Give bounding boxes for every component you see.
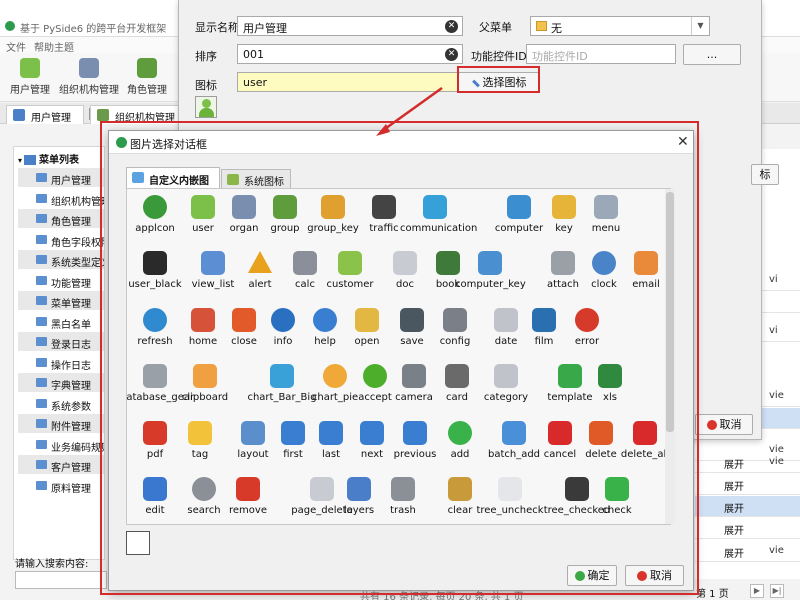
table-cell-view: vi	[769, 274, 778, 285]
toolbar-org-manage-button[interactable]: 组织机构管理	[58, 58, 120, 96]
table-cell-view: vie	[769, 456, 784, 467]
table-row[interactable]: 展开	[695, 496, 800, 517]
edit-cancel-button[interactable]: 取消	[695, 414, 753, 435]
menu-item-icon	[36, 357, 47, 367]
menu-item-icon	[36, 316, 47, 326]
clear-icon[interactable]: ✕	[445, 48, 458, 61]
tree-item[interactable]: 系统参数	[18, 394, 104, 413]
menu-item-icon	[36, 193, 47, 203]
app-logo-icon	[5, 21, 15, 31]
tree-item[interactable]: 组织机构管理	[18, 189, 104, 208]
menu-item-icon	[36, 275, 47, 285]
tree-item[interactable]: 客户管理	[18, 455, 104, 474]
cancel-icon	[706, 420, 717, 430]
menu-item-icon	[36, 378, 47, 387]
highlight-box-choose-icon	[457, 66, 540, 93]
tree-item[interactable]: 登录日志	[18, 332, 104, 351]
tab-user-manage[interactable]: 用户管理 ✕	[6, 105, 101, 124]
parent-menu-select[interactable]: 无 ▼	[530, 16, 710, 36]
tree-root[interactable]: ▾ 菜单列表	[18, 151, 79, 166]
menu-item-icon	[36, 337, 47, 346]
menu-help[interactable]: 帮助主题	[34, 39, 74, 54]
menu-item-icon	[36, 214, 47, 223]
menu-item-icon	[36, 234, 47, 244]
search-input[interactable]	[15, 571, 107, 589]
folder-icon	[24, 155, 37, 165]
func-id-field[interactable]: 功能控件ID	[526, 44, 676, 64]
tree-item[interactable]: 角色管理	[18, 209, 104, 228]
tree-item[interactable]: 原料管理	[18, 476, 104, 495]
page-label: 第 1 页	[696, 589, 729, 600]
menu-item-icon	[36, 398, 47, 408]
menu-item-icon	[36, 173, 47, 182]
menu-item-icon	[36, 296, 47, 305]
menu-tree: ▾菜单列表 用户管理组织机构管理角色管理角色字段权限系统类型定义功能管理菜单管理…	[13, 146, 105, 560]
table-row[interactable]: 展开 vie	[695, 452, 800, 473]
icon-field[interactable]: user	[237, 72, 463, 92]
tree-item[interactable]: 操作日志	[18, 353, 104, 372]
browse-button[interactable]: ...	[683, 44, 741, 65]
organ-icon	[79, 58, 99, 78]
table-cell-view: vi	[769, 325, 778, 336]
highlight-box-picker-dialog	[100, 121, 699, 595]
pagination: 第 1 页 ▶ ▶|	[690, 582, 800, 600]
tree-item[interactable]: 黑白名单	[18, 312, 104, 331]
folder-icon	[536, 21, 547, 31]
menu-item-icon	[36, 255, 47, 264]
menu-item-icon	[36, 439, 47, 449]
table-cell-expand: 展开	[724, 482, 744, 493]
menu-item-icon	[36, 419, 47, 428]
last-page-button[interactable]: ▶|	[770, 584, 784, 598]
table-cell-expand: 展开	[724, 549, 744, 560]
table-cell-expand: 展开	[724, 504, 744, 515]
app-title: 基于 PySide6 的跨平台开发框架	[20, 24, 167, 35]
toolbar-user-manage-button[interactable]: 用户管理	[6, 58, 54, 96]
table-row[interactable]: 展开 vie	[695, 541, 800, 562]
tree-item[interactable]: 系统类型定义	[18, 250, 104, 269]
tree-item[interactable]: 角色字段权限	[18, 230, 104, 249]
func-id-label: 功能控件ID	[471, 50, 527, 63]
tree-item[interactable]: 附件管理	[18, 414, 104, 433]
display-name-field[interactable]: 用户管理 ✕	[237, 16, 463, 36]
table-cell-view: vie	[769, 390, 784, 401]
user-icon	[20, 58, 40, 78]
table-row[interactable]: 展开	[695, 518, 800, 539]
table-cell-expand: 展开	[724, 460, 744, 471]
tree-item[interactable]: 功能管理	[18, 271, 104, 290]
icon-preview	[195, 96, 217, 118]
sort-field[interactable]: 001 ✕	[237, 44, 463, 64]
clear-icon[interactable]: ✕	[445, 20, 458, 33]
tree-item[interactable]: 业务编码规则	[18, 435, 104, 454]
tree-item[interactable]: 菜单管理	[18, 291, 104, 310]
group-icon	[137, 58, 157, 78]
search-label: 请输入搜索内容:	[15, 559, 89, 570]
table-row[interactable]: 展开	[695, 474, 800, 495]
tree-item[interactable]: 用户管理	[18, 168, 104, 187]
table-cell-expand: 展开	[724, 526, 744, 537]
next-page-button[interactable]: ▶	[750, 584, 764, 598]
menu-file[interactable]: 文件	[6, 39, 26, 54]
parent-menu-label: 父菜单	[479, 21, 512, 34]
toolbar-role-manage-button[interactable]: 角色管理	[124, 58, 170, 96]
display-name-label: 显示名称	[195, 21, 239, 34]
table-cell-view: vie	[769, 545, 784, 556]
organ-icon	[97, 109, 109, 121]
screen: 基于 PySide6 的跨平台开发框架 文件 帮助主题 用户管理 组织机构管理 …	[0, 0, 800, 600]
menu-item-icon	[36, 480, 47, 490]
icon-label: 图标	[195, 79, 217, 92]
chevron-down-icon: ▼	[691, 17, 709, 35]
user-icon	[13, 109, 25, 121]
menu-item-icon	[36, 460, 47, 469]
tree-item[interactable]: 字典管理	[18, 373, 104, 392]
side-button[interactable]: 标	[751, 164, 779, 185]
sort-label: 排序	[195, 50, 217, 63]
